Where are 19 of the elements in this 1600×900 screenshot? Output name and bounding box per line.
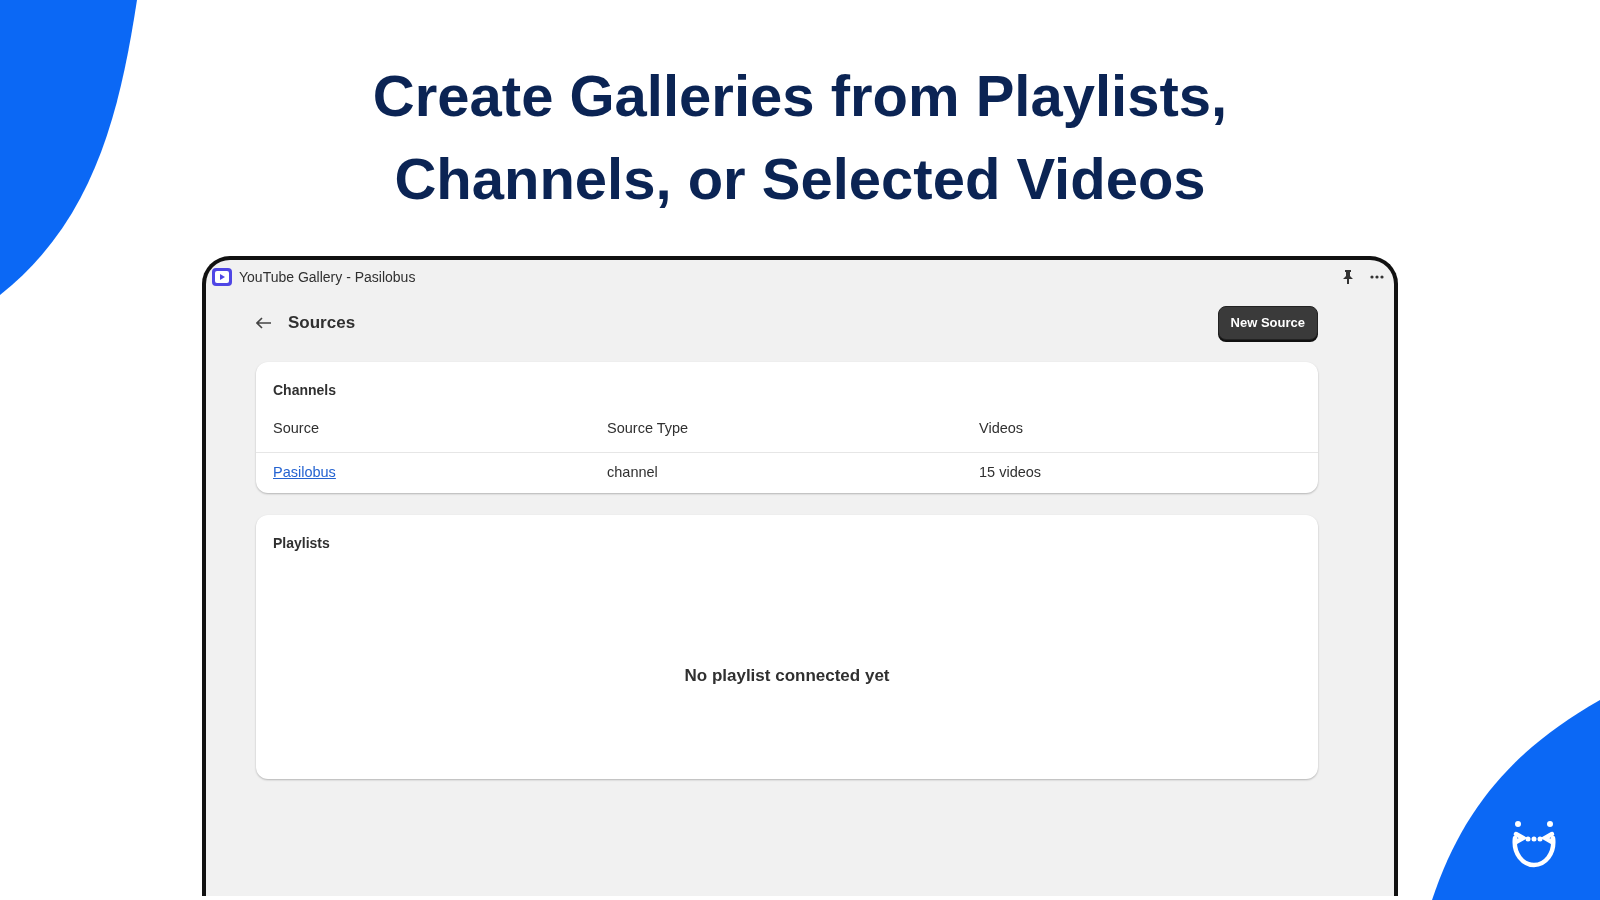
play-icon xyxy=(212,268,232,286)
headline: Create Galleries from Playlists, xyxy=(372,62,1228,130)
source-link[interactable]: Pasilobus xyxy=(273,464,336,481)
table-cell-text: channel xyxy=(606,463,659,483)
headline: Channels, or Selected Videos xyxy=(394,145,1206,213)
section-title: Playlists xyxy=(272,534,331,553)
pin-icon[interactable] xyxy=(1342,270,1354,284)
more-icon[interactable] xyxy=(1370,275,1384,279)
column-header: Source xyxy=(256,408,590,454)
back-arrow-icon[interactable] xyxy=(256,316,272,329)
empty-message: No playlist connected yet xyxy=(684,664,890,687)
column-header: Videos xyxy=(962,408,1318,454)
page-title: Sources xyxy=(288,312,356,334)
section-title: Channels xyxy=(272,380,337,400)
smiley-logo-icon xyxy=(1510,820,1558,868)
column-header: Source Type xyxy=(590,408,962,454)
new-source-button[interactable]: New Source xyxy=(1217,306,1318,340)
table-cell-text: 15 videos xyxy=(978,463,1043,483)
window-title: YouTube Gallery - Pasilobus xyxy=(239,267,416,287)
